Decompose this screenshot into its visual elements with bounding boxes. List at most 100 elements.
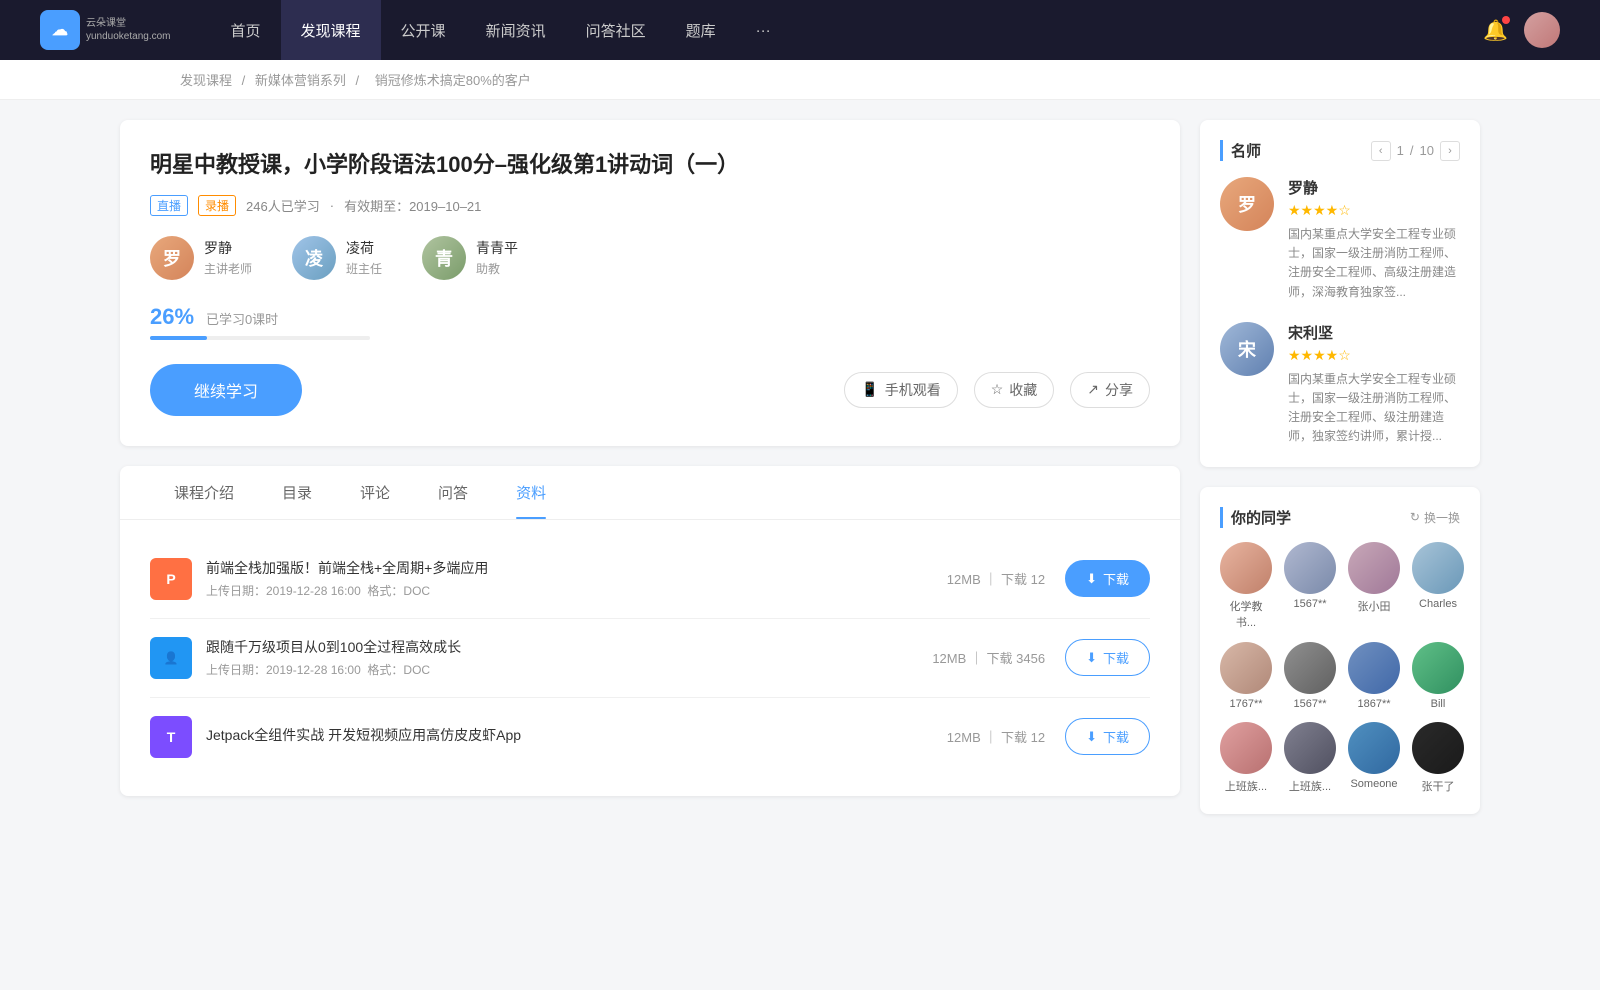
nav-news[interactable]: 新闻资讯: [466, 0, 566, 60]
classmate-3[interactable]: 张小田: [1348, 542, 1400, 630]
file-stats-1: 12MB ｜ 下载 12: [947, 569, 1045, 588]
classmate-8-name: Bill: [1431, 698, 1446, 710]
classmate-9-avatar: [1220, 722, 1272, 774]
share-btn[interactable]: ↗ 分享: [1070, 372, 1150, 408]
file-icon-1: P: [150, 558, 192, 600]
page-total: 10: [1420, 143, 1434, 158]
teacher-3-name: 青青平: [476, 238, 518, 258]
notification-dot: [1502, 16, 1510, 24]
classmate-8[interactable]: Bill: [1412, 642, 1464, 710]
main-wrap: 明星中教授课，小学阶段语法100分–强化级第1讲动词（一） 直播 录播 246人…: [0, 100, 1600, 854]
logo-text: 云朵课堂 yunduoketang.com: [86, 17, 171, 43]
star-icon: ☆: [991, 381, 1004, 398]
nav-qa[interactable]: 问答社区: [566, 0, 666, 60]
download-icon-1: ⬇: [1086, 571, 1097, 587]
page-current: 1: [1397, 143, 1404, 158]
tag-replay: 录播: [198, 195, 236, 216]
classmate-7[interactable]: 1867**: [1348, 642, 1400, 710]
tab-material[interactable]: 资料: [492, 466, 570, 519]
tab-qa[interactable]: 问答: [414, 466, 492, 519]
teachers-sidebar-card: 名师 ‹ 1 / 10 › 罗 罗静 ★★★★☆ 国内某重点大学安全工程专业硕士…: [1200, 120, 1480, 467]
classmate-5[interactable]: 1767**: [1220, 642, 1272, 710]
teacher-3-role: 助教: [476, 260, 518, 277]
progress-label: 已学习0课时: [206, 312, 278, 327]
sidebar-teacher-2-name: 宋利坚: [1288, 322, 1460, 343]
nav-home[interactable]: 首页: [211, 0, 281, 60]
sidebar-teacher-2-desc: 国内某重点大学安全工程专业硕士，国家一级注册消防工程师、注册安全工程师、级注册建…: [1288, 370, 1460, 447]
file-name-1: 前端全栈加强版！前端全栈+全周期+多端应用: [206, 558, 947, 578]
classmates-card: 你的同学 ↻ 换一换 化学教书... 1567** 张小田: [1200, 487, 1480, 814]
nav-discover[interactable]: 发现课程: [281, 0, 381, 60]
teachers-row: 罗 罗静 主讲老师 凌 凌荷 班主任: [150, 236, 1150, 280]
progress-bar-fill: [150, 336, 207, 340]
tab-review[interactable]: 评论: [336, 466, 414, 519]
course-actions: 继续学习 📱 手机观看 ☆ 收藏 ↗ 分享: [150, 364, 1150, 416]
classmate-3-name: 张小田: [1358, 598, 1391, 614]
refresh-btn[interactable]: ↻ 换一换: [1410, 509, 1460, 526]
breadcrumb-series[interactable]: 新媒体营销系列: [255, 73, 346, 88]
classmate-8-avatar: [1412, 642, 1464, 694]
breadcrumb-home[interactable]: 发现课程: [180, 73, 232, 88]
download-btn-2[interactable]: ⬇ 下载: [1065, 639, 1150, 676]
classmate-2[interactable]: 1567**: [1284, 542, 1336, 630]
file-item-3: T Jetpack全组件实战 开发短视频应用高仿皮皮虾App 12MB ｜ 下载…: [150, 698, 1150, 776]
teacher-1-name: 罗静: [204, 238, 252, 258]
download-btn-1[interactable]: ⬇ 下载: [1065, 560, 1150, 597]
next-page-btn[interactable]: ›: [1440, 141, 1460, 161]
classmate-6-name: 1567**: [1293, 698, 1326, 710]
refresh-icon: ↻: [1410, 510, 1420, 524]
prev-page-btn[interactable]: ‹: [1371, 141, 1391, 161]
classmate-1-avatar: [1220, 542, 1272, 594]
collect-btn[interactable]: ☆ 收藏: [974, 372, 1055, 408]
tab-toc[interactable]: 目录: [258, 466, 336, 519]
classmate-11[interactable]: Someone: [1348, 722, 1400, 794]
sidebar-teacher-1-avatar: 罗: [1220, 177, 1274, 231]
file-stats-2: 12MB ｜ 下载 3456: [932, 648, 1045, 667]
classmate-11-name: Someone: [1350, 778, 1397, 790]
file-meta-1: 上传日期：2019-12-28 16:00 格式：DOC: [206, 582, 947, 599]
classmate-7-avatar: [1348, 642, 1400, 694]
nav-open[interactable]: 公开课: [381, 0, 466, 60]
classmate-9[interactable]: 上班族...: [1220, 722, 1272, 794]
teachers-title: 名师: [1220, 140, 1261, 161]
nav-more[interactable]: ···: [736, 0, 791, 60]
progress-bar-wrap: [150, 336, 370, 340]
download-btn-3[interactable]: ⬇ 下载: [1065, 718, 1150, 755]
classmate-11-avatar: [1348, 722, 1400, 774]
phone-watch-btn[interactable]: 📱 手机观看: [844, 372, 957, 408]
expiry-date: 有效期至：2019–10–21: [344, 196, 481, 215]
course-title: 明星中教授课，小学阶段语法100分–强化级第1讲动词（一）: [150, 150, 1150, 181]
nav-exam[interactable]: 题库: [666, 0, 736, 60]
download-icon-2: ⬇: [1086, 650, 1097, 666]
classmate-10-avatar: [1284, 722, 1336, 774]
share-icon: ↗: [1087, 381, 1099, 398]
action-buttons: 📱 手机观看 ☆ 收藏 ↗ 分享: [844, 372, 1150, 408]
nav-items: 首页 发现课程 公开课 新闻资讯 问答社区 题库 ···: [211, 0, 1484, 60]
breadcrumb-current: 销冠修炼术搞定80%的客户: [375, 73, 531, 88]
classmate-7-name: 1867**: [1357, 698, 1390, 710]
classmate-1[interactable]: 化学教书...: [1220, 542, 1272, 630]
file-info-2: 跟随千万级项目从0到100全过程高效成长 上传日期：2019-12-28 16:…: [206, 637, 932, 678]
progress-pct: 26%: [150, 304, 194, 329]
sidebar-teacher-1-info: 罗静 ★★★★☆ 国内某重点大学安全工程专业硕士，国家一级注册消防工程师、注册安…: [1288, 177, 1460, 302]
classmate-1-name: 化学教书...: [1220, 598, 1272, 630]
classmate-10-name: 上班族...: [1289, 778, 1331, 794]
nav-logo[interactable]: ☁ 云朵课堂 yunduoketang.com: [40, 10, 171, 50]
file-info-3: Jetpack全组件实战 开发短视频应用高仿皮皮虾App: [206, 725, 947, 749]
classmate-2-avatar: [1284, 542, 1336, 594]
teacher-3: 青 青青平 助教: [422, 236, 518, 280]
file-info-1: 前端全栈加强版！前端全栈+全周期+多端应用 上传日期：2019-12-28 16…: [206, 558, 947, 599]
user-avatar[interactable]: [1524, 12, 1560, 48]
tag-live: 直播: [150, 195, 188, 216]
breadcrumb: 发现课程 / 新媒体营销系列 / 销冠修炼术搞定80%的客户: [0, 60, 1600, 100]
classmate-4[interactable]: Charles: [1412, 542, 1464, 630]
teacher-2-name: 凌荷: [346, 238, 382, 258]
tab-intro[interactable]: 课程介绍: [150, 466, 258, 519]
classmate-6[interactable]: 1567**: [1284, 642, 1336, 710]
file-icon-2: 👤: [150, 637, 192, 679]
notification-bell[interactable]: 🔔: [1483, 18, 1508, 43]
classmate-12[interactable]: 张干了: [1412, 722, 1464, 794]
continue-button[interactable]: 继续学习: [150, 364, 302, 416]
teacher-1-avatar: 罗: [150, 236, 194, 280]
classmate-10[interactable]: 上班族...: [1284, 722, 1336, 794]
